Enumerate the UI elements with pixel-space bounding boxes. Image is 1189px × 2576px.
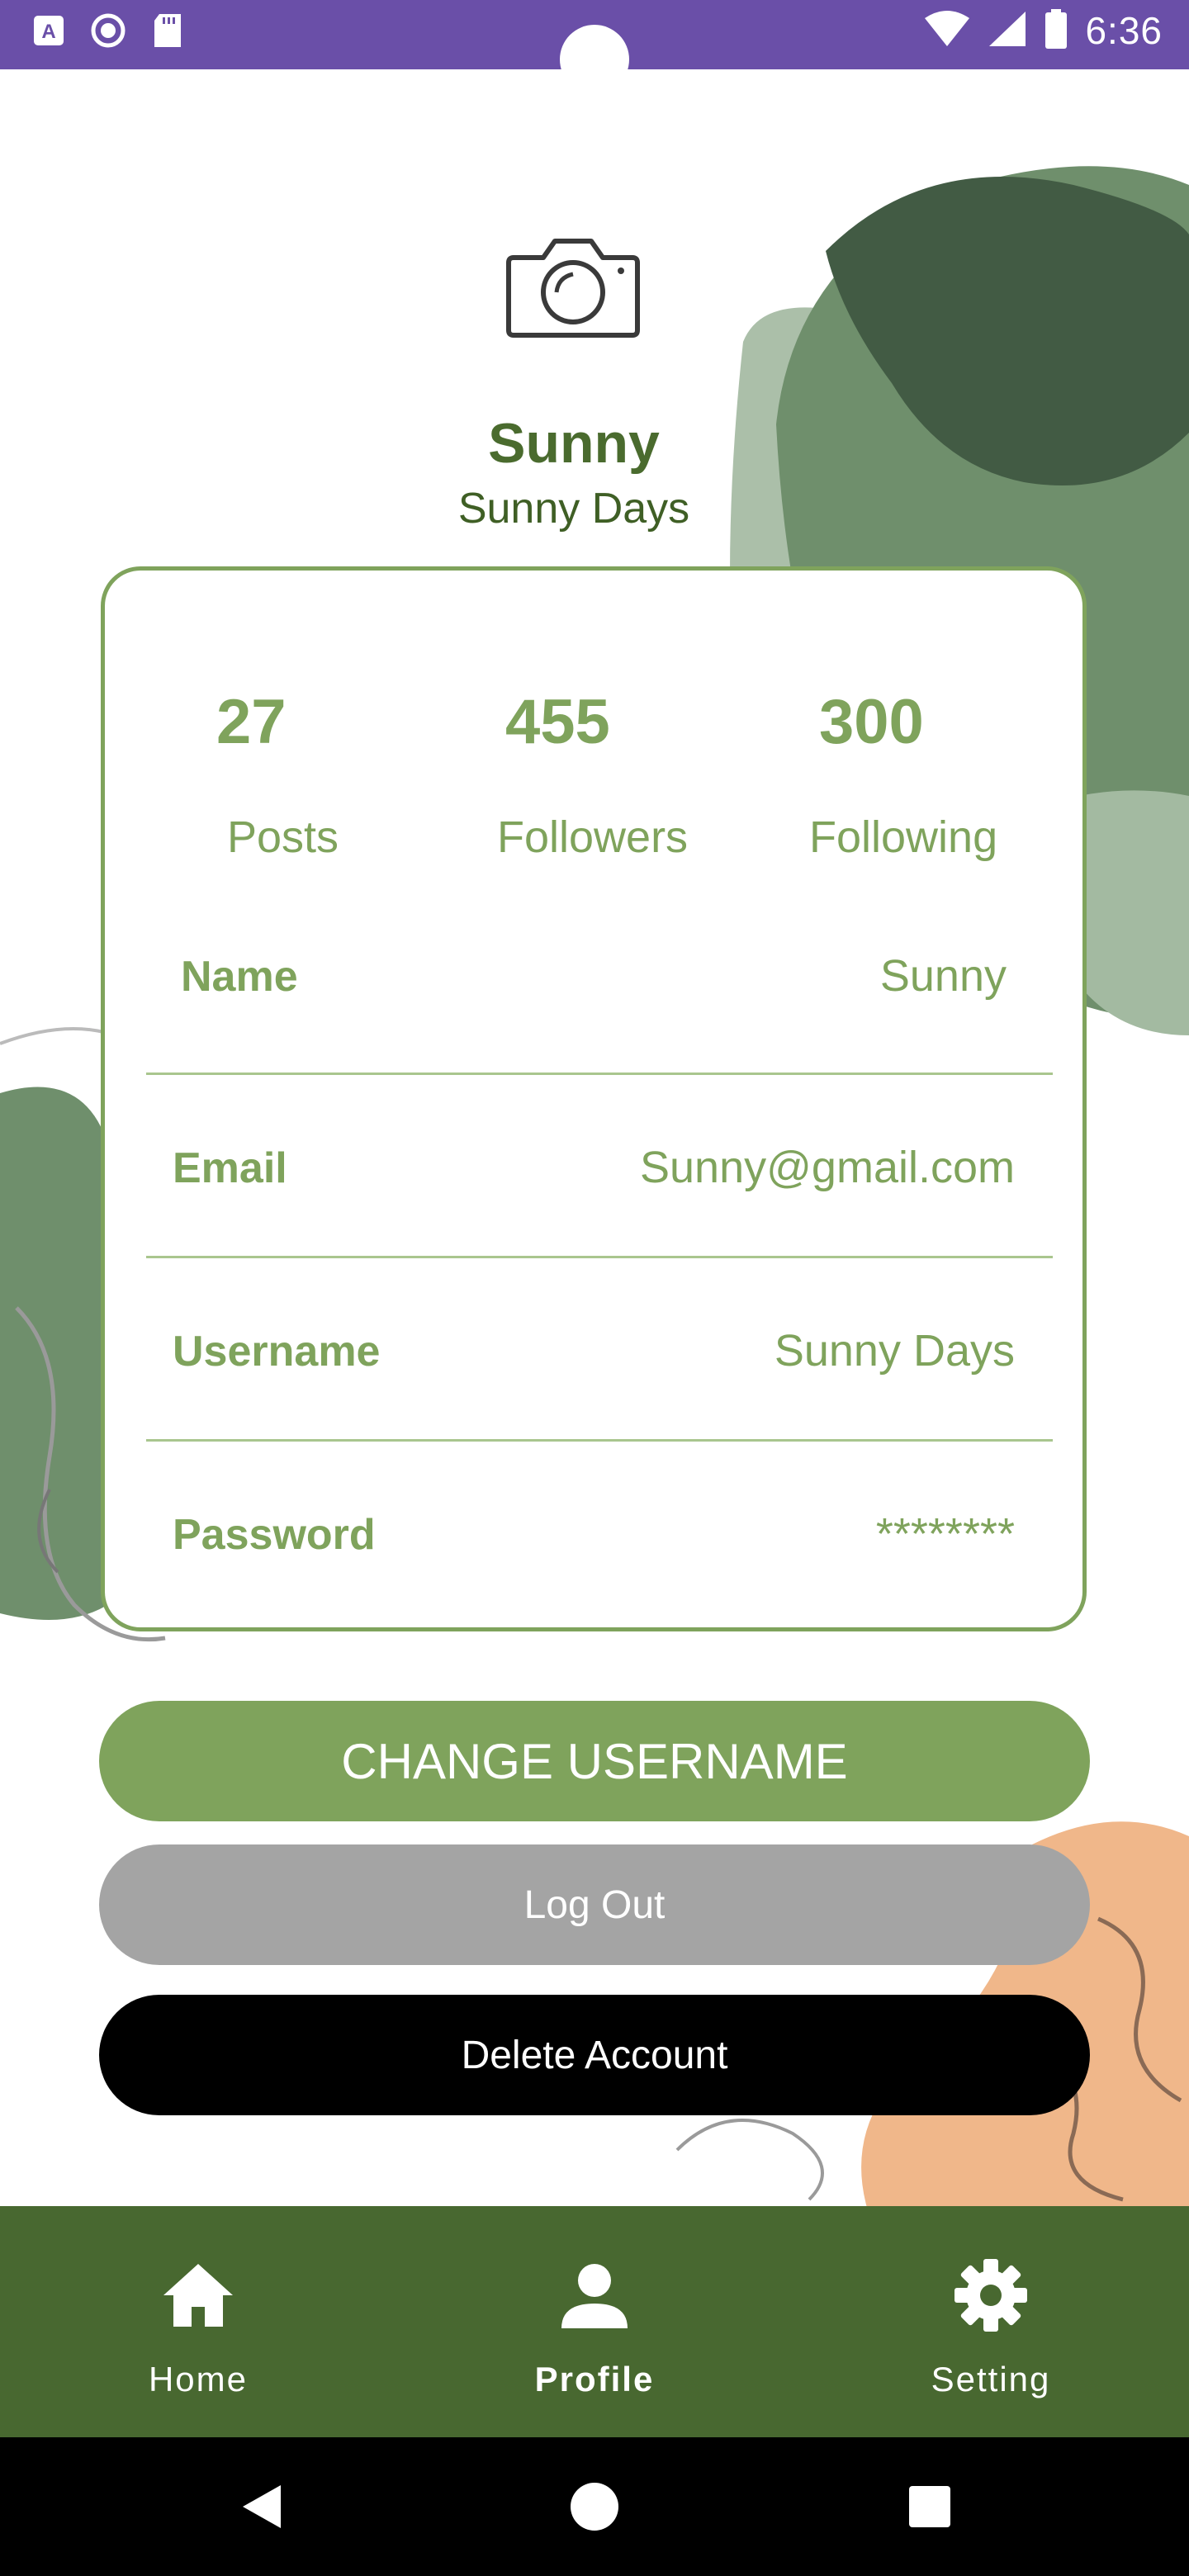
camera-notch <box>560 25 629 94</box>
name-value: Sunny <box>879 951 1007 1001</box>
nav-home-label: Home <box>148 2360 249 2398</box>
clock: 6:36 <box>1085 9 1163 52</box>
password-value: ******** <box>875 1509 1015 1559</box>
home-circle-icon[interactable] <box>553 2465 636 2548</box>
camera-icon[interactable] <box>505 233 641 339</box>
sd-card-icon <box>149 12 187 50</box>
signal-icon <box>988 10 1027 52</box>
battery-icon <box>1044 8 1068 53</box>
nav-setting-label: Setting <box>931 2360 1051 2398</box>
username-value: Sunny Days <box>774 1326 1015 1376</box>
back-icon[interactable] <box>220 2465 302 2548</box>
followers-count: 455 <box>505 687 610 757</box>
password-label: Password <box>173 1511 376 1559</box>
recents-icon[interactable] <box>888 2465 971 2548</box>
profile-card: 27 455 300 Posts Followers Following Nam… <box>101 566 1087 1631</box>
nav-setting[interactable]: Setting <box>793 2206 1189 2437</box>
followers-label: Followers <box>497 812 689 862</box>
divider <box>146 1073 1053 1075</box>
log-out-button[interactable]: Log Out <box>99 1844 1090 1965</box>
username-label: Username <box>173 1328 381 1376</box>
nav-profile[interactable]: Profile <box>396 2206 793 2437</box>
profile-username: Sunny Days <box>457 485 690 533</box>
nav-home[interactable]: Home <box>0 2206 396 2437</box>
record-icon <box>89 12 127 50</box>
following-label: Following <box>809 812 998 862</box>
a-icon: A <box>30 12 68 50</box>
wifi-icon <box>923 10 971 52</box>
status-bar: A 6:36 <box>0 0 1189 94</box>
nav-profile-label: Profile <box>534 2360 655 2398</box>
name-label: Name <box>181 953 298 1001</box>
following-count: 300 <box>819 687 924 757</box>
divider <box>146 1439 1053 1442</box>
system-navigation-bar <box>0 2437 1189 2576</box>
profile-name: Sunny <box>488 412 660 475</box>
posts-label: Posts <box>227 812 339 862</box>
gear-icon <box>953 2257 1029 2333</box>
home-icon <box>160 2257 236 2333</box>
svg-text:A: A <box>41 21 55 43</box>
change-username-button[interactable]: CHANGE USERNAME <box>99 1701 1090 1821</box>
posts-count: 27 <box>216 687 287 757</box>
email-value: Sunny@gmail.com <box>640 1143 1015 1192</box>
bottom-navigation: Home Profile Setting <box>0 2206 1189 2437</box>
email-label: Email <box>173 1144 287 1192</box>
divider <box>146 1256 1053 1258</box>
person-icon <box>557 2257 632 2333</box>
delete-account-button[interactable]: Delete Account <box>99 1995 1090 2115</box>
